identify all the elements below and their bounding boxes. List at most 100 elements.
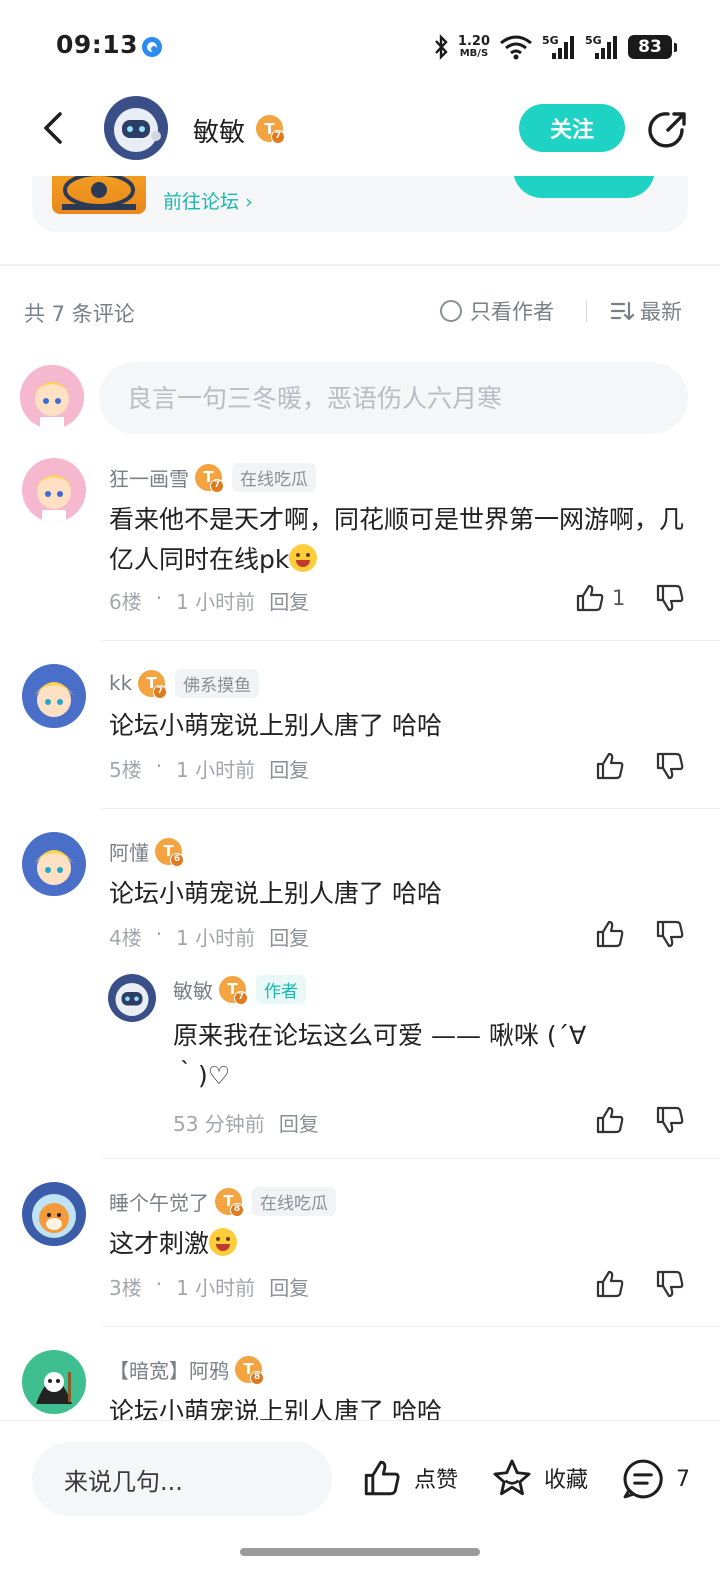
commenter-avatar[interactable]: [22, 832, 86, 896]
sort-icon: [610, 301, 634, 321]
level-badge: T7: [138, 669, 168, 699]
author-name[interactable]: 敏敏: [193, 112, 245, 149]
only-author-toggle[interactable]: 只看作者: [440, 296, 554, 326]
reply-button[interactable]: 回复: [269, 754, 309, 783]
wifi-icon: [500, 35, 532, 60]
thumbs-up-icon[interactable]: [594, 918, 626, 950]
net-speed: 1.20 MB/S: [457, 34, 490, 59]
commenter-name[interactable]: kk: [109, 671, 132, 695]
comment-text: 看来他不是天才啊，同花顺可是世界第一网游啊，几亿人同时在线pk: [109, 505, 685, 574]
svg-text:5G: 5G: [585, 34, 602, 47]
author-avatar[interactable]: [104, 96, 168, 160]
commenter-name[interactable]: 【暗宽】阿鸦: [109, 1355, 229, 1384]
thumbs-down-icon[interactable]: [654, 918, 686, 950]
my-avatar: [20, 365, 84, 429]
comment-floor: 4楼: [109, 926, 142, 950]
reply-time: 53 分钟前: [173, 1112, 265, 1136]
commenter-avatar[interactable]: [22, 1182, 86, 1246]
chevron-right-icon: ›: [245, 191, 253, 213]
comment-floor: 3楼: [109, 1276, 142, 1300]
thumbs-down-icon[interactable]: [654, 1268, 686, 1300]
status-bar: 09:13 1.20 MB/S 5G 5G 83: [0, 0, 720, 90]
thumbs-up-icon[interactable]: [594, 1104, 626, 1136]
divider: [586, 300, 587, 322]
level-badge: T8: [215, 1187, 244, 1217]
app-notification-icon: [142, 37, 162, 57]
signal-5g-icon: 5G: [585, 34, 617, 59]
forum-link[interactable]: 前往论坛 ›: [163, 187, 253, 214]
commenter-avatar[interactable]: [22, 458, 86, 522]
comment-time: 1 小时前: [176, 758, 256, 782]
status-time: 09:13: [56, 30, 139, 59]
comment-item: 【暗宽】阿鸦 T8 论坛小萌宠说上别人唐了 哈哈: [0, 1350, 720, 1430]
comment-count: 共 7 条评论: [24, 302, 135, 326]
thumbs-up-icon[interactable]: [594, 1268, 626, 1300]
comment-time: 1 小时前: [176, 590, 256, 614]
thumbs-up-icon: [576, 584, 604, 612]
reply-button[interactable]: 回复: [279, 1108, 319, 1137]
like-button[interactable]: 1: [574, 582, 625, 614]
comment-item: 睡个午觉了 T8 在线吃瓜 这才刺激 3楼 · 1 小时前 回复: [0, 1182, 720, 1327]
comment-text: 这才刺激: [109, 1224, 689, 1264]
section-divider: [0, 264, 720, 266]
divider: [102, 1326, 720, 1327]
sort-button[interactable]: 最新: [610, 296, 682, 326]
comment-text: 论坛小萌宠说上别人唐了 哈哈: [109, 879, 442, 908]
signal-5g-icon: 5G: [542, 34, 574, 59]
thumbs-down-icon[interactable]: [654, 750, 686, 782]
thumbs-up-icon[interactable]: [594, 750, 626, 782]
bottom-action-bar: 来说几句... 点赞 收藏 7: [0, 1420, 720, 1569]
comment-text: 论坛小萌宠说上别人唐了 哈哈: [109, 711, 442, 740]
user-tag: 在线吃瓜: [232, 462, 316, 492]
comment-time: 1 小时前: [176, 1276, 256, 1300]
commenter-name[interactable]: 狂一画雪: [109, 463, 189, 492]
commenter-name[interactable]: 睡个午觉了: [109, 1187, 209, 1216]
reply-button[interactable]: 回复: [269, 922, 309, 951]
share-icon[interactable]: [646, 108, 690, 152]
commenter-name[interactable]: 阿懂: [109, 837, 149, 866]
level-badge: T6: [155, 837, 184, 867]
thumbs-down-icon[interactable]: [654, 582, 686, 614]
replier-name[interactable]: 敏敏: [173, 975, 213, 1004]
reply-button[interactable]: 回复: [269, 1272, 309, 1301]
thumbs-down-icon[interactable]: [654, 1104, 686, 1136]
thumbs-up-icon: [364, 1460, 400, 1496]
level-badge: T7: [219, 975, 248, 1005]
author-tag: 作者: [256, 974, 306, 1004]
like-post-button[interactable]: 点赞: [360, 1457, 458, 1499]
divider: [102, 640, 720, 641]
back-arrow-icon[interactable]: [34, 108, 74, 148]
comments-button[interactable]: 7: [620, 1457, 690, 1501]
divider: [102, 808, 720, 809]
home-indicator[interactable]: [240, 1548, 480, 1556]
quick-comment-input[interactable]: 来说几句...: [32, 1442, 332, 1516]
level-badge: T8: [235, 1355, 264, 1385]
bluetooth-icon: [435, 34, 448, 60]
battery-indicator: 83: [628, 35, 677, 59]
commenter-avatar[interactable]: [22, 664, 86, 728]
level-badge: T7: [195, 463, 224, 493]
comment-item: 阿懂 T6 论坛小萌宠说上别人唐了 哈哈 4楼 · 1 小时前 回复 敏敏 T7…: [0, 832, 720, 1159]
top-header: 敏敏 T7 关注: [0, 90, 720, 176]
replier-avatar[interactable]: [108, 974, 156, 1022]
emoji-icon: [289, 544, 318, 572]
comment-item: 狂一画雪 T7 在线吃瓜 看来他不是天才啊，同花顺可是世界第一网游啊，几亿人同时…: [0, 458, 720, 641]
user-tag: 在线吃瓜: [252, 1186, 336, 1216]
comment-floor: 5楼: [109, 758, 142, 782]
svg-text:5G: 5G: [542, 34, 559, 47]
divider: [102, 1158, 720, 1159]
level-badge: T7: [256, 115, 285, 144]
follow-button[interactable]: 关注: [519, 104, 625, 152]
comment-icon: [623, 1459, 663, 1499]
comment-time: 1 小时前: [176, 926, 256, 950]
comment-input[interactable]: [99, 362, 688, 434]
favorite-button[interactable]: 收藏: [490, 1457, 588, 1499]
comment-count-badge: 7: [676, 1466, 690, 1492]
comment-item: kk T7 佛系摸鱼 论坛小萌宠说上别人唐了 哈哈 5楼 · 1 小时前 回复: [0, 664, 720, 809]
like-count: 1: [612, 586, 626, 610]
commenter-avatar[interactable]: [22, 1350, 86, 1414]
reply-text: 原来我在论坛这么可爱 —— 啾咪 (´∀｀)♡: [173, 1021, 587, 1090]
star-icon: [493, 1459, 531, 1496]
reply-button[interactable]: 回复: [269, 586, 309, 615]
comment-floor: 6楼: [109, 590, 142, 614]
